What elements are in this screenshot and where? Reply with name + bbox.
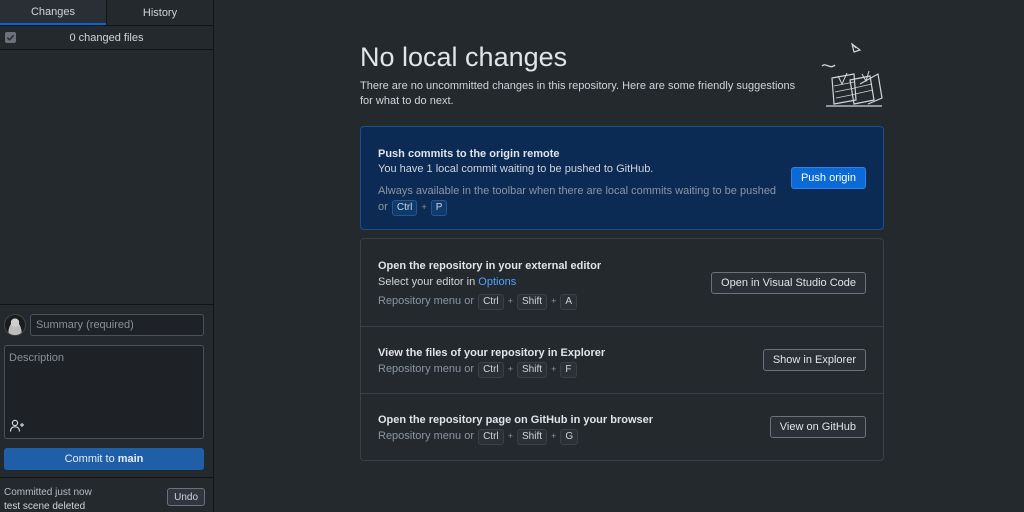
tab-history[interactable]: History [107, 0, 213, 25]
shortcut-plus: + [421, 202, 427, 212]
editor-description-text: Select your editor in [378, 276, 476, 288]
github-title: Open the repository page on GitHub in yo… [378, 414, 654, 426]
summary-row [4, 314, 204, 336]
changed-files-count: 0 changed files [69, 31, 144, 44]
shortcut-key: Ctrl [478, 429, 504, 445]
shortcut-key: Ctrl [391, 200, 418, 216]
view-on-github-button[interactable]: View on GitHub [769, 416, 866, 438]
avatar [4, 314, 26, 336]
shortcut-plus: + [507, 364, 513, 374]
suggestions-card: Open the repository in your external edi… [360, 238, 884, 461]
editor-row: Open the repository in your external edi… [361, 239, 883, 327]
push-title: Push commits to the origin remote [378, 148, 560, 160]
shortcut-key: Shift [517, 294, 548, 310]
commit-button-label: Commit to [64, 453, 115, 465]
description-input[interactable] [5, 346, 203, 416]
shortcut-key: P [430, 200, 448, 216]
undo-button[interactable]: Undo [167, 488, 205, 506]
github-hint: Repository menu or Ctrl + Shift + G [378, 429, 579, 445]
open-in-editor-button[interactable]: Open in Visual Studio Code [711, 272, 866, 294]
commit-branch-name: main [117, 453, 144, 465]
shortcut-key: G [560, 429, 579, 445]
explorer-title: View the files of your repository in Exp… [378, 347, 606, 359]
push-card: Push commits to the origin remote You ha… [360, 126, 884, 230]
page-title: No local changes [360, 42, 568, 72]
tab-changes[interactable]: Changes [0, 0, 106, 25]
shortcut-plus: + [507, 296, 513, 306]
push-hint: Always available in the toolbar when the… [378, 183, 788, 216]
options-link[interactable]: Options [478, 276, 516, 288]
shortcut-key: Ctrl [478, 362, 504, 378]
editor-title: Open the repository in your external edi… [378, 260, 602, 272]
shortcut-key: A [560, 294, 578, 310]
shortcut-key: Shift [517, 362, 548, 378]
empty-state-illustration [821, 42, 883, 107]
commit-area: Commit tomain Committed just now test sc… [0, 304, 213, 512]
push-origin-button[interactable]: Push origin [790, 167, 866, 189]
sidebar: Changes History 0 changed files Commit t… [0, 0, 214, 512]
last-commit: Committed just now test scene deleted Un… [0, 477, 213, 512]
push-description: You have 1 local commit waiting to be pu… [378, 163, 654, 175]
explorer-row: View the files of your repository in Exp… [361, 327, 883, 394]
show-in-explorer-button[interactable]: Show in Explorer [762, 349, 866, 371]
shortcut-key: Ctrl [478, 294, 504, 310]
github-hint-text: Repository menu or [378, 430, 474, 442]
shortcut-plus: + [551, 296, 557, 306]
shortcut-key: F [560, 362, 577, 378]
page-subtitle: There are no uncommitted changes in this… [360, 80, 796, 107]
explorer-hint: Repository menu or Ctrl + Shift + F [378, 362, 578, 378]
description-box [4, 345, 204, 439]
editor-description: Select your editor in Options [378, 276, 516, 288]
sidebar-tabs: Changes History [0, 0, 213, 26]
changes-header: 0 changed files [0, 26, 213, 50]
last-commit-status: Committed just now [4, 487, 92, 498]
shortcut-plus: + [551, 364, 557, 374]
editor-hint-text: Repository menu or [378, 295, 474, 307]
shortcut-key: Shift [517, 429, 548, 445]
main-panel: No local changes There are no uncommitte… [214, 0, 1024, 512]
github-row: Open the repository page on GitHub in yo… [361, 394, 883, 461]
add-coauthor-icon[interactable] [9, 419, 25, 433]
editor-hint: Repository menu or Ctrl + Shift + A [378, 294, 578, 310]
explorer-hint-text: Repository menu or [378, 363, 474, 375]
shortcut-plus: + [507, 431, 513, 441]
summary-input[interactable] [30, 314, 204, 336]
commit-button[interactable]: Commit to main [4, 448, 204, 470]
last-commit-message: test scene deleted [4, 501, 86, 512]
shortcut-plus: + [551, 431, 557, 441]
